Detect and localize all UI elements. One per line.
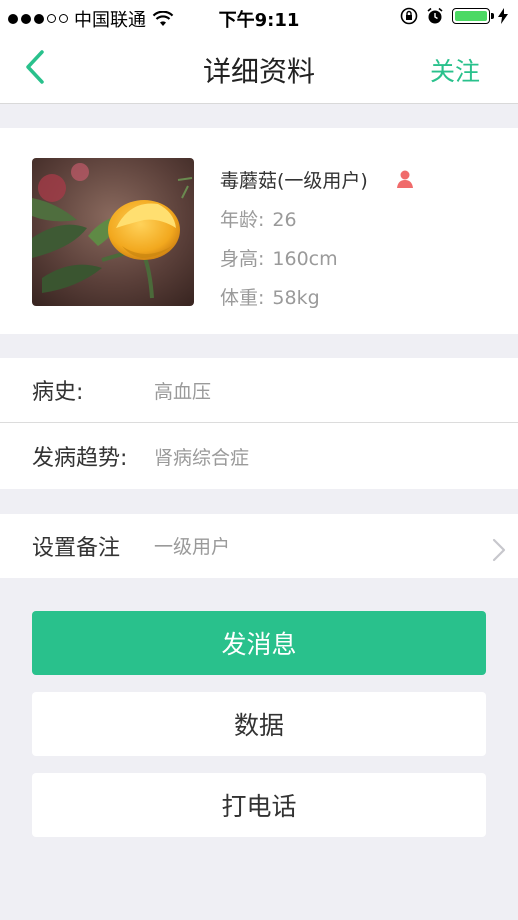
nav-bar: 详细资料 关注 <box>0 34 518 104</box>
height-label: 身高: <box>220 248 265 270</box>
trend-value: 肾病综合症 <box>154 446 250 469</box>
history-label: 病史: <box>32 380 84 405</box>
history-row: 病史: 高血压 <box>0 358 518 422</box>
remark-row[interactable]: 设置备注 一级用户 <box>0 514 518 578</box>
remark-value: 一级用户 <box>154 536 231 558</box>
charging-icon <box>498 8 508 24</box>
age-label: 年龄: <box>220 209 265 231</box>
user-level-icon <box>396 170 413 188</box>
age-row: 年龄: 26 <box>220 205 414 231</box>
chevron-right-icon <box>492 538 506 562</box>
call-button[interactable]: 打电话 <box>32 773 486 837</box>
profile-card: 毒蘑菇(一级用户) 年龄: 26 身高: 160cm 体重: 58kg <box>0 128 518 334</box>
weight-value: 58kg <box>272 287 320 309</box>
send-message-button[interactable]: 发消息 <box>32 611 486 675</box>
profile-info: 毒蘑菇(一级用户) 年龄: 26 身高: 160cm 体重: 58kg <box>220 166 414 309</box>
status-right <box>400 7 508 25</box>
history-value: 高血压 <box>154 380 212 403</box>
remark-label: 设置备注 <box>32 536 121 561</box>
medical-section: 病史: 高血压 发病趋势: 肾病综合症 <box>0 358 518 489</box>
status-bar: 中国联通 下午9:11 <box>0 0 518 34</box>
avatar-image <box>32 158 194 306</box>
avatar[interactable] <box>32 158 194 306</box>
name-row: 毒蘑菇(一级用户) <box>220 166 414 192</box>
alarm-icon <box>427 7 443 24</box>
weight-row: 体重: 58kg <box>220 283 414 309</box>
height-row: 身高: 160cm <box>220 244 414 270</box>
trend-label: 发病趋势: <box>32 446 128 471</box>
orientation-lock-icon <box>400 7 418 25</box>
follow-button[interactable]: 关注 <box>430 52 480 88</box>
battery-icon <box>452 8 494 24</box>
chevron-left-icon <box>26 50 44 84</box>
trend-row: 发病趋势: 肾病综合症 <box>0 423 518 489</box>
remark-section: 设置备注 一级用户 <box>0 514 518 578</box>
height-value: 160cm <box>272 248 338 270</box>
age-value: 26 <box>272 209 297 231</box>
user-name: 毒蘑菇(一级用户) <box>220 169 368 192</box>
data-button[interactable]: 数据 <box>32 692 486 756</box>
weight-label: 体重: <box>220 287 265 309</box>
back-button[interactable] <box>18 48 58 88</box>
